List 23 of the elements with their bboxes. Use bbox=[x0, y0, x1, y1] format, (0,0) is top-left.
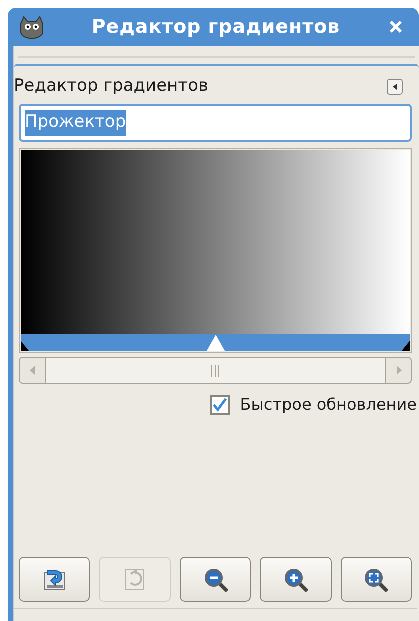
tab-menu-button[interactable] bbox=[387, 79, 403, 95]
fast-update-checkbox[interactable] bbox=[210, 395, 230, 415]
left-stop-icon bbox=[21, 341, 29, 351]
scroll-left-icon bbox=[30, 366, 36, 375]
zoom-in-icon bbox=[282, 566, 309, 592]
save-button[interactable] bbox=[19, 557, 90, 602]
window-title: Редактор градиентов bbox=[90, 14, 342, 40]
zoom-fit-button[interactable] bbox=[340, 557, 412, 602]
scroll-grip-icon bbox=[211, 364, 220, 376]
scroll-right-icon bbox=[396, 366, 402, 375]
fast-update-label: Быстрое обновление bbox=[240, 394, 417, 416]
panel-title: Редактор градиентов bbox=[14, 75, 208, 98]
close-icon bbox=[389, 20, 403, 34]
gradient-name-field[interactable]: Прожектор bbox=[19, 104, 412, 142]
arrow-left-icon bbox=[391, 83, 399, 91]
gradient-name-text: Прожектор bbox=[25, 110, 126, 136]
check-icon bbox=[212, 397, 228, 413]
horizontal-scrollbar[interactable] bbox=[19, 357, 412, 384]
zoom-out-button[interactable] bbox=[180, 557, 252, 602]
zoom-in-button[interactable] bbox=[260, 557, 332, 602]
right-stop-icon bbox=[402, 341, 410, 351]
zoom-fit-icon bbox=[363, 566, 390, 592]
zoom-out-icon bbox=[202, 566, 229, 592]
